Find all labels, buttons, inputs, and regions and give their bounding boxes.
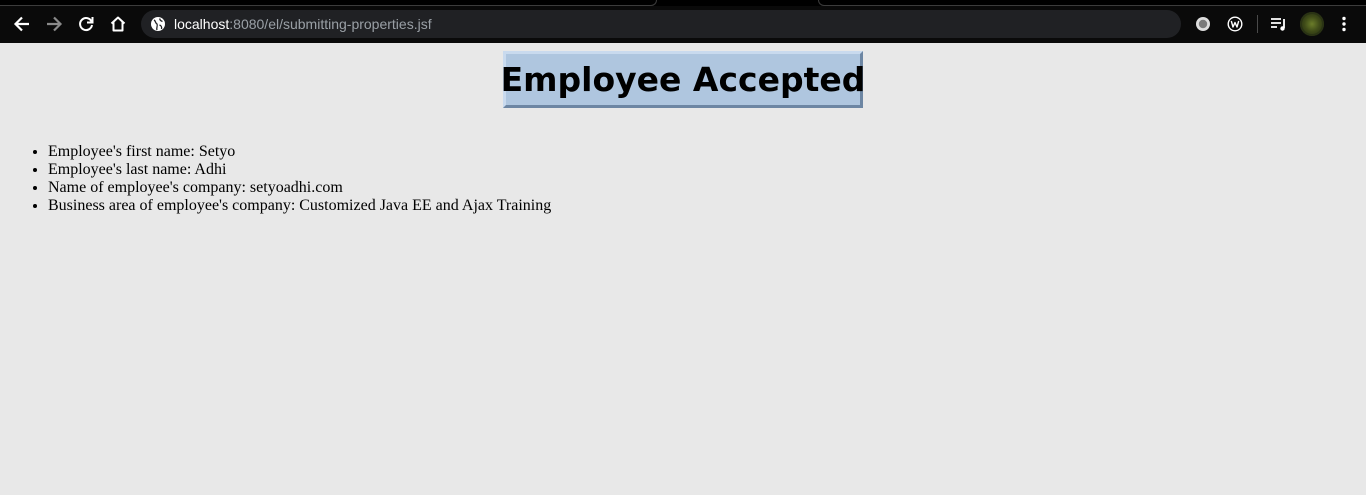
list-item-last-name: Employee's last name: Adhi xyxy=(48,161,551,179)
list-item-first-name: Employee's first name: Setyo xyxy=(48,143,551,161)
globe-icon[interactable] xyxy=(150,16,166,32)
home-button[interactable] xyxy=(103,9,133,39)
page-title: Employee Accepted xyxy=(500,60,866,99)
url-text[interactable]: localhost:8080/el/submitting-properties.… xyxy=(174,16,432,32)
arrow-right-icon xyxy=(47,16,63,32)
browser-menu-button[interactable] xyxy=(1334,14,1354,34)
reload-icon xyxy=(79,17,94,32)
list-item-business-area: Business area of employee's company: Cus… xyxy=(48,197,551,215)
browser-toolbar: localhost:8080/el/submitting-properties.… xyxy=(0,6,1366,43)
url-path: :8080/el/submitting-properties.jsf xyxy=(229,16,432,32)
back-button[interactable] xyxy=(7,9,37,39)
employee-details-list: Employee's first name: Setyo Employee's … xyxy=(0,143,551,215)
extension-w-button[interactable] xyxy=(1225,14,1245,34)
list-item-company-name: Name of employee's company: setyoadhi.co… xyxy=(48,179,551,197)
arrow-left-icon xyxy=(13,16,29,32)
page-title-box: Employee Accepted xyxy=(500,51,866,108)
toolbar-divider xyxy=(1257,15,1258,33)
profile-avatar[interactable] xyxy=(1300,12,1324,36)
record-icon xyxy=(1196,17,1210,31)
forward-button[interactable] xyxy=(39,9,69,39)
home-icon xyxy=(110,16,126,32)
w-circle-icon xyxy=(1227,16,1243,32)
url-host: localhost xyxy=(174,16,230,32)
extension-record-button[interactable] xyxy=(1193,14,1213,34)
reload-button[interactable] xyxy=(71,9,101,39)
media-control-button[interactable] xyxy=(1269,14,1289,34)
kebab-menu-icon xyxy=(1342,16,1346,32)
playlist-icon xyxy=(1271,18,1285,31)
address-bar[interactable]: localhost:8080/el/submitting-properties.… xyxy=(141,10,1181,38)
